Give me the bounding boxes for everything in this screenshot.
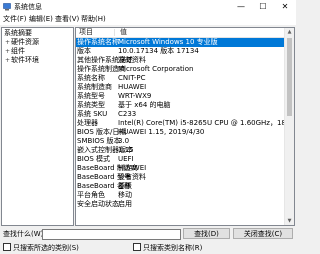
table-row[interactable]: 版本 10.0.17134 版本 17134 bbox=[76, 47, 286, 56]
row-item: SMBIOS 版本 bbox=[77, 137, 121, 145]
row-item: 系统名称 bbox=[77, 74, 105, 82]
row-item: 系统型号 bbox=[77, 92, 105, 100]
tree-item-label: 组件 bbox=[11, 47, 25, 55]
close-button[interactable]: ✕ bbox=[274, 0, 296, 14]
vertical-scrollbar[interactable]: ▲ ▼ bbox=[284, 28, 294, 225]
find-bar: 查找什么(W): 查找(D) 关闭查找(C) 只搜索所选的类别(S) 只搜索类别… bbox=[0, 227, 296, 254]
row-value: 没有资料 bbox=[118, 173, 146, 181]
tree-item-label: 硬件资源 bbox=[11, 38, 39, 46]
window-title: 系统信息 bbox=[14, 3, 42, 11]
row-value: UEFI bbox=[118, 155, 134, 163]
checkbox-label: 只搜索类别名称(R) bbox=[143, 244, 203, 252]
tree-item-software[interactable]: +软件环境 bbox=[4, 56, 39, 65]
table-row[interactable]: 系统名称 CNIT-PC bbox=[76, 74, 286, 83]
row-value: 1.15 bbox=[118, 146, 134, 154]
row-value: Microsoft Windows 10 专业版 bbox=[118, 38, 218, 46]
menu-bar: 文件(F) 编辑(E) 查看(V) 帮助(H) bbox=[0, 14, 296, 25]
table-row[interactable]: BaseBoard 型号 没有资料 bbox=[76, 173, 286, 182]
checkbox-icon[interactable] bbox=[3, 243, 11, 251]
table-row[interactable]: 系统类型 基于 x64 的电脑 bbox=[76, 101, 286, 110]
row-value: Microsoft Corporation bbox=[118, 65, 194, 73]
row-value: 3.0 bbox=[118, 137, 130, 145]
category-tree[interactable]: 系统摘要 +硬件资源 +组件 +软件环境 bbox=[1, 27, 74, 226]
scroll-up-icon[interactable]: ▲ bbox=[285, 28, 294, 36]
table-row[interactable]: 系统型号 WRT-WX9 bbox=[76, 92, 286, 101]
row-value: WRT-WX9 bbox=[118, 92, 152, 100]
table-row[interactable]: 系统 SKU C233 bbox=[76, 110, 286, 119]
column-header-value[interactable]: 值 bbox=[120, 28, 127, 37]
title-bar: 系统信息 — ☐ ✕ bbox=[0, 0, 296, 14]
minimize-icon: — bbox=[237, 2, 245, 11]
row-item: 操作系统名称 bbox=[77, 38, 119, 46]
expand-icon[interactable]: + bbox=[4, 56, 11, 65]
table-row[interactable]: 其他操作系统描述 没有资料 bbox=[76, 56, 286, 65]
table-row[interactable]: 嵌入式控制器版本 1.15 bbox=[76, 146, 286, 155]
checkbox-label: 只搜索所选的类别(S) bbox=[13, 244, 79, 252]
close-find-button[interactable]: 关闭查找(C) bbox=[233, 228, 293, 239]
row-value: CNIT-PC bbox=[118, 74, 146, 82]
expand-icon[interactable]: + bbox=[4, 38, 11, 47]
row-value: 移动 bbox=[118, 191, 132, 199]
table-row[interactable]: BIOS 版本/日期 HUAWEI 1.15, 2019/4/30 bbox=[76, 128, 286, 137]
find-label: 查找什么(W): bbox=[3, 230, 46, 238]
maximize-button[interactable]: ☐ bbox=[252, 0, 274, 14]
row-item: 系统制造商 bbox=[77, 83, 112, 91]
row-value: 没有资料 bbox=[118, 56, 146, 64]
row-value: 基于 x64 的电脑 bbox=[118, 101, 171, 109]
search-category-names-checkbox[interactable]: 只搜索类别名称(R) bbox=[133, 243, 202, 253]
menu-view[interactable]: 查看(V) bbox=[55, 15, 79, 24]
table-row[interactable]: 系统制造商 HUAWEI bbox=[76, 83, 286, 92]
row-item: BIOS 模式 bbox=[77, 155, 111, 163]
tree-item-label: 系统摘要 bbox=[4, 29, 32, 37]
list-header: 项目 值 bbox=[76, 28, 286, 38]
close-icon: ✕ bbox=[281, 2, 289, 11]
find-input[interactable] bbox=[42, 229, 181, 240]
table-row[interactable]: 操作系统名称 Microsoft Windows 10 专业版 bbox=[76, 38, 286, 47]
tree-item-components[interactable]: +组件 bbox=[4, 47, 25, 56]
row-value: HUAWEI bbox=[118, 164, 147, 172]
menu-edit[interactable]: 编辑(E) bbox=[29, 15, 53, 24]
row-item: 系统 SKU bbox=[77, 110, 108, 118]
table-row[interactable]: 平台角色 移动 bbox=[76, 191, 286, 200]
row-item: 版本 bbox=[77, 47, 91, 55]
row-value: 启用 bbox=[118, 200, 132, 208]
menu-help[interactable]: 帮助(H) bbox=[81, 15, 106, 24]
row-value: HUAWEI 1.15, 2019/4/30 bbox=[118, 128, 205, 136]
tree-item-hardware[interactable]: +硬件资源 bbox=[4, 38, 39, 47]
row-value: C233 bbox=[118, 110, 137, 118]
system-info-icon bbox=[3, 3, 11, 11]
row-item: 平台角色 bbox=[77, 191, 105, 199]
column-divider[interactable] bbox=[114, 29, 115, 36]
minimize-button[interactable]: — bbox=[230, 0, 252, 14]
table-row[interactable]: SMBIOS 版本 3.0 bbox=[76, 137, 286, 146]
table-row[interactable]: BaseBoard 制造商 HUAWEI bbox=[76, 164, 286, 173]
scroll-down-icon[interactable]: ▼ bbox=[285, 217, 294, 225]
row-value: 基板 bbox=[118, 182, 132, 190]
column-header-item[interactable]: 项目 bbox=[79, 28, 93, 37]
tree-item-system-summary[interactable]: 系统摘要 bbox=[4, 29, 32, 38]
table-row[interactable]: 安全启动状态 启用 bbox=[76, 200, 286, 209]
row-item: 安全启动状态 bbox=[77, 200, 119, 208]
table-row[interactable]: 操作系统制造商 Microsoft Corporation bbox=[76, 65, 286, 74]
table-row[interactable]: BaseBoard 名称 基板 bbox=[76, 182, 286, 191]
tree-item-label: 软件环境 bbox=[11, 56, 39, 64]
checkbox-icon[interactable] bbox=[133, 243, 141, 251]
row-value: 10.0.17134 版本 17134 bbox=[118, 47, 199, 55]
list-rows: 操作系统名称 Microsoft Windows 10 专业版 版本 10.0.171… bbox=[76, 38, 294, 209]
menu-file[interactable]: 文件(F) bbox=[3, 15, 27, 24]
row-item: 系统类型 bbox=[77, 101, 105, 109]
row-value: Intel(R) Core(TM) i5-8265U CPU @ 1.60GHz… bbox=[118, 119, 295, 127]
row-item: 处理器 bbox=[77, 119, 98, 127]
scroll-thumb[interactable] bbox=[287, 38, 292, 116]
find-button[interactable]: 查找(D) bbox=[183, 228, 230, 239]
expand-icon[interactable]: + bbox=[4, 47, 11, 56]
table-row[interactable]: BIOS 模式 UEFI bbox=[76, 155, 286, 164]
table-row[interactable]: 处理器 Intel(R) Core(TM) i5-8265U CPU @ 1.60… bbox=[76, 119, 294, 128]
maximize-icon: ☐ bbox=[259, 2, 267, 11]
details-list[interactable]: 项目 值 操作系统名称 Microsoft Windows 10 专业版 版本 10.… bbox=[75, 27, 295, 226]
row-value: HUAWEI bbox=[118, 83, 147, 91]
search-selected-only-checkbox[interactable]: 只搜索所选的类别(S) bbox=[3, 243, 79, 253]
